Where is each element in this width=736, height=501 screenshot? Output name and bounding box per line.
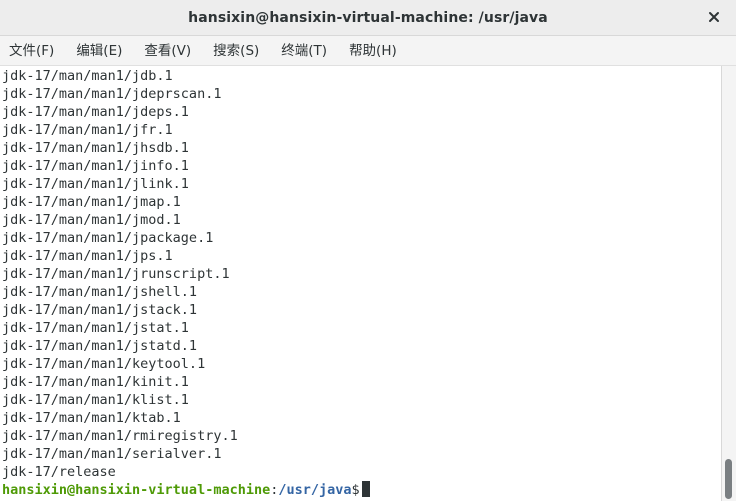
output-line: jdk-17/man/man1/jhsdb.1 [2, 140, 189, 156]
output-line: jdk-17/man/man1/jinfo.1 [2, 158, 189, 174]
output-line: jdk-17/man/man1/jdeps.1 [2, 104, 189, 120]
menu-terminal[interactable]: 终端(T) [276, 37, 332, 65]
terminal-output[interactable]: jdk-17/man/man1/jdb.1 jdk-17/man/man1/jd… [0, 66, 721, 501]
menu-search[interactable]: 搜索(S) [208, 37, 264, 65]
output-line: jdk-17/release [2, 464, 116, 480]
menu-view[interactable]: 查看(V) [139, 37, 196, 65]
output-line: jdk-17/man/man1/jpackage.1 [2, 230, 214, 246]
output-line: jdk-17/man/man1/jstack.1 [2, 302, 198, 318]
output-line: jdk-17/man/man1/jstat.1 [2, 320, 189, 336]
vertical-scrollbar[interactable] [721, 66, 736, 501]
output-line: jdk-17/man/man1/klist.1 [2, 392, 189, 408]
prompt-line[interactable]: hansixin@hansixin-virtual-machine:/usr/j… [2, 481, 721, 499]
output-line: jdk-17/man/man1/jlink.1 [2, 176, 189, 192]
output-line: jdk-17/man/man1/serialver.1 [2, 446, 222, 462]
output-line: jdk-17/man/man1/jmap.1 [2, 194, 181, 210]
close-button[interactable] [706, 8, 722, 26]
output-line: jdk-17/man/man1/ktab.1 [2, 410, 181, 426]
prompt-symbol: $ [351, 482, 360, 498]
output-line: jdk-17/man/man1/jmod.1 [2, 212, 181, 228]
terminal-window: hansixin@hansixin-virtual-machine: /usr/… [0, 0, 736, 501]
output-line: jdk-17/man/man1/rmiregistry.1 [2, 428, 238, 444]
menu-bar: 文件(F) 编辑(E) 查看(V) 搜索(S) 终端(T) 帮助(H) [0, 36, 736, 66]
text-cursor [361, 481, 370, 497]
scrollbar-thumb[interactable] [725, 459, 732, 499]
output-line: jdk-17/man/man1/jdb.1 [2, 68, 173, 84]
prompt-path: /usr/java [278, 482, 352, 498]
output-line: jdk-17/man/man1/keytool.1 [2, 356, 206, 372]
output-line: jdk-17/man/man1/jps.1 [2, 248, 173, 264]
menu-help[interactable]: 帮助(H) [344, 37, 402, 65]
output-line: jdk-17/man/man1/jshell.1 [2, 284, 198, 300]
title-bar[interactable]: hansixin@hansixin-virtual-machine: /usr/… [0, 0, 736, 36]
output-line: jdk-17/man/man1/jrunscript.1 [2, 266, 230, 282]
menu-file[interactable]: 文件(F) [4, 37, 59, 65]
output-line: jdk-17/man/man1/jstatd.1 [2, 338, 198, 354]
window-title: hansixin@hansixin-virtual-machine: /usr/… [188, 9, 548, 26]
menu-edit[interactable]: 编辑(E) [71, 37, 127, 65]
output-line: jdk-17/man/man1/kinit.1 [2, 374, 189, 390]
close-icon [708, 8, 720, 27]
prompt-user-host: hansixin@hansixin-virtual-machine [2, 482, 271, 498]
output-line: jdk-17/man/man1/jfr.1 [2, 122, 173, 138]
output-line: jdk-17/man/man1/jdeprscan.1 [2, 86, 222, 102]
